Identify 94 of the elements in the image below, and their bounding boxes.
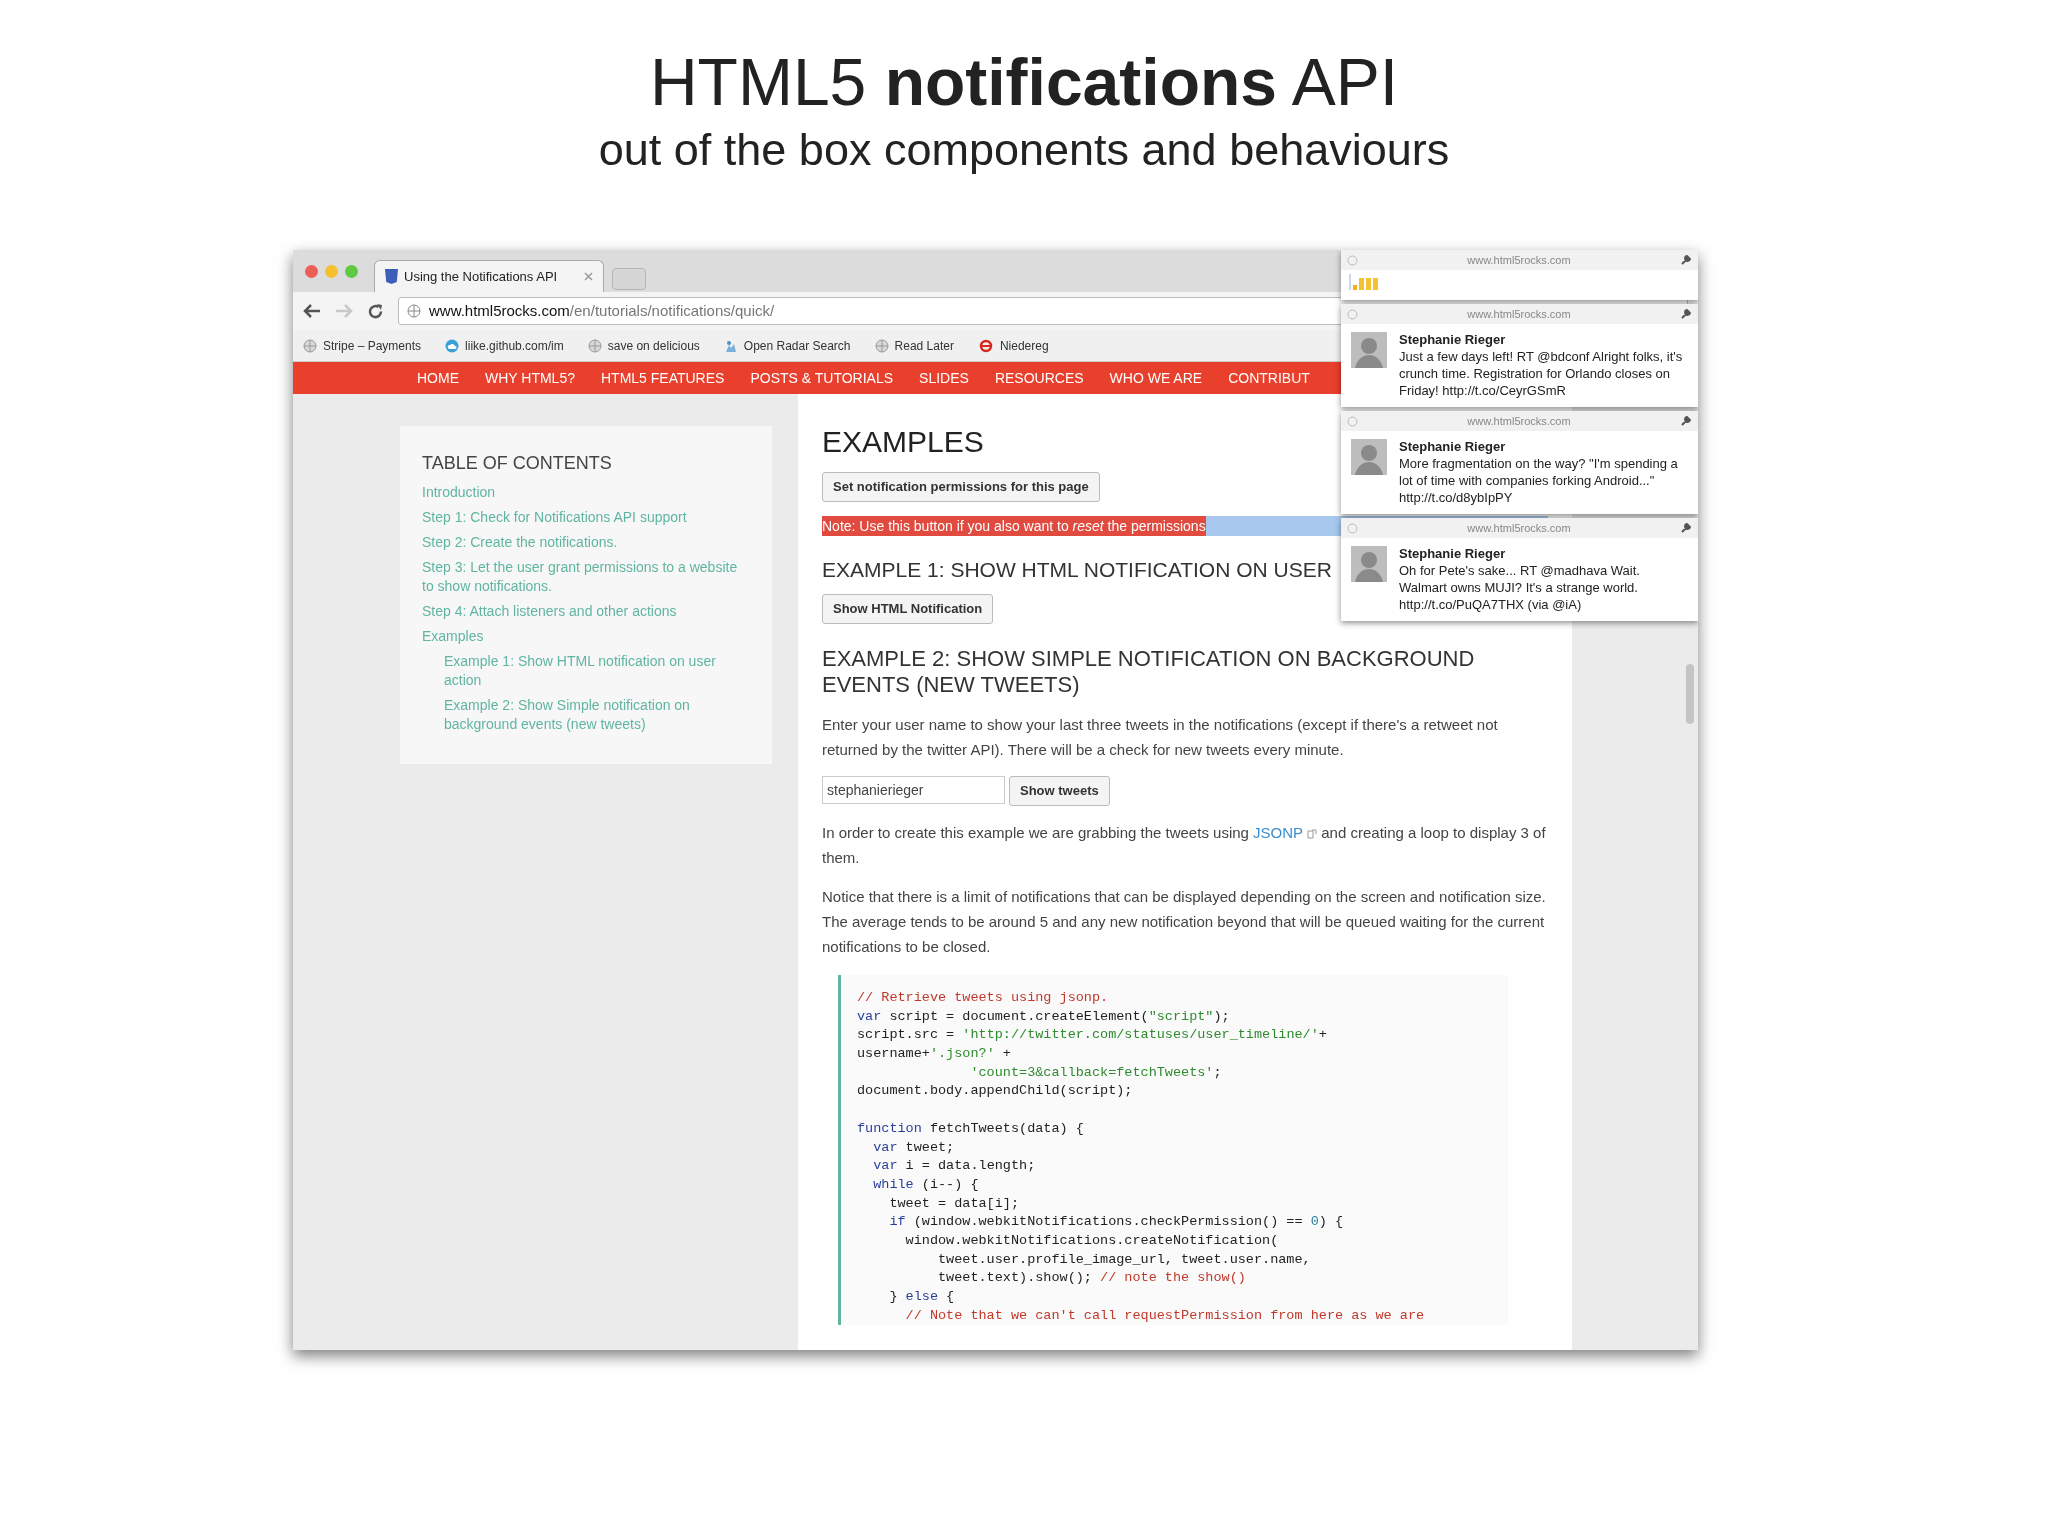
globe-icon	[874, 338, 889, 353]
nav-link[interactable]: HOME	[417, 367, 459, 389]
toc-link[interactable]: Step 4: Attach listeners and other actions	[422, 602, 772, 621]
figure-icon	[723, 338, 738, 353]
window-close-button[interactable]	[305, 264, 318, 278]
avatar	[1351, 439, 1387, 475]
code-line: if (window.webkitNotifications.checkPermission() == 0) {	[888, 1213, 1344, 1232]
close-icon[interactable]	[1347, 308, 1358, 320]
avatar	[1351, 546, 1387, 582]
close-icon[interactable]	[584, 272, 593, 281]
example-heading: EXAMPLE 2: SHOW SIMPLE NOTIFICATION ON BACKGROUND EVENTS (NEW TWEETS)	[822, 646, 1476, 698]
show-html-notification-button[interactable]: Show HTML Notification	[822, 594, 994, 624]
scrollbar-thumb[interactable]	[1686, 664, 1694, 724]
tweet-author: Stephanie Rieger	[1399, 332, 1507, 348]
nav-link[interactable]: SLIDES	[919, 367, 969, 389]
show-tweets-button[interactable]: Show tweets	[1009, 776, 1110, 806]
slide-title: HTML5 notifications API	[649, 44, 1399, 121]
globe-icon	[303, 338, 317, 353]
forward-icon[interactable]	[335, 303, 353, 319]
notification-source: www.html5rocks.com	[1466, 306, 1572, 322]
toc-link[interactable]: Step 2: Create the notifications.	[422, 533, 772, 552]
nav-link[interactable]: WHO WE ARE	[1109, 367, 1203, 389]
paragraph: Notice that there is a limit of notifications that can be displayed depending on the screen and notification size. The average tends to be around 5 and any new notification beyond that will be queued waiting for the current notifications to be closed.	[822, 887, 1547, 957]
code-line: 'count=3&callback=fetchTweets';	[969, 1063, 1222, 1082]
globe-icon	[407, 304, 421, 318]
back-icon[interactable]	[303, 303, 321, 319]
toc-link[interactable]: Example 2: Show Simple notification on background events (new tweets)	[422, 696, 772, 734]
code-line: window.webkitNotifications.createNotification(	[904, 1231, 1279, 1250]
username-field[interactable]: stephanierieger	[822, 776, 1005, 804]
avatar	[1351, 332, 1387, 368]
bookmark[interactable]: save on delicious	[587, 336, 700, 355]
bookmark[interactable]: Niedereg	[977, 336, 1049, 355]
bookmark[interactable]: Stripe – Payments	[303, 336, 422, 355]
external-link-icon	[1307, 829, 1318, 840]
new-tab-button[interactable]	[612, 268, 646, 290]
code-line: tweet = data[i];	[888, 1194, 1020, 1213]
code-line: var script = document.createElement("script");	[857, 1007, 1230, 1026]
slide-subtitle: out of the box components and behaviours	[598, 123, 1450, 177]
tweet-text: More fragmentation on the way? "I'm spending a lot of time with companies forking Android..." http://t.co/d8ybIpPY	[1399, 455, 1679, 506]
toc-title: TABLE OF CONTENTS	[422, 452, 613, 475]
notification-source: www.html5rocks.com	[1466, 252, 1572, 268]
close-icon[interactable]	[1347, 254, 1358, 266]
code-line: // Note that we can't call requestPermission from here as we are	[904, 1306, 1425, 1325]
toc-link[interactable]: Step 1: Check for Notifications API support	[422, 508, 772, 527]
example-heading: EXAMPLE 1: SHOW HTML NOTIFICATION ON USER	[822, 557, 1332, 583]
toc-link[interactable]: Step 3: Let the user grant permissions to a website to show notifications.	[422, 558, 772, 596]
tweet-text: Oh for Pete's sake... RT @madhava Wait. Walmart owns MUJI? It's a strange world. http://t.co/PuQA7THX (via @iA)	[1399, 562, 1641, 613]
globe-icon	[587, 338, 602, 353]
code-line: function fetchTweets(data) {	[857, 1119, 1084, 1138]
nav-link[interactable]: HTML5 FEATURES	[601, 367, 725, 389]
wrench-icon[interactable]	[1680, 415, 1692, 427]
jsonp-link[interactable]: JSONP	[1253, 824, 1304, 841]
paragraph: In order to create this example we are grabbing the tweets using JSONP and creating a loop to display 3 of them.	[822, 823, 1547, 868]
bookmark[interactable]: Open Radar Search	[723, 336, 851, 355]
code-line: tweet.text).show(); // note the show()	[937, 1269, 1246, 1288]
code-line: username+'.json?' +	[857, 1045, 1011, 1064]
code-line: // Retrieve tweets using jsonp.	[857, 989, 1109, 1007]
code-line: document.body.appendChild(script);	[857, 1082, 1133, 1101]
tweet-author: Stephanie Rieger	[1399, 546, 1507, 562]
code-line: script.src = 'http://twitter.com/statuses/user_timeline/'+	[857, 1026, 1327, 1045]
bookmark[interactable]: liike.github.com/im	[445, 336, 564, 355]
window-maximize-button[interactable]	[345, 264, 358, 278]
permission-button[interactable]: Set notification permissions for this page	[822, 472, 1100, 502]
intro-paragraph: Enter your user name to show your last three tweets in the notifications (except if there's a retweet not returned by the twitter API). There will be a check for new tweets every minute.	[822, 715, 1499, 760]
notification-source: www.html5rocks.com	[1466, 520, 1572, 536]
code-line: } else {	[888, 1288, 955, 1306]
shield-icon	[385, 269, 398, 284]
reload-icon[interactable]	[367, 302, 384, 320]
close-icon[interactable]	[1347, 415, 1358, 427]
toc-link[interactable]: Examples	[422, 627, 772, 646]
code-line: while (i--) {	[872, 1175, 979, 1194]
bookmark[interactable]: Read Later	[874, 336, 954, 355]
nav-link[interactable]: POSTS & TUTORIALS	[750, 367, 894, 389]
code-line: var i = data.length;	[872, 1157, 1036, 1176]
notification-source: www.html5rocks.com	[1466, 413, 1572, 429]
code-line: var tweet;	[872, 1138, 955, 1157]
toc-link[interactable]: Introduction	[422, 483, 772, 502]
wrench-icon[interactable]	[1680, 308, 1692, 320]
bar-chart-icon	[1349, 274, 1379, 290]
browser-tab[interactable]: Using the Notifications API	[374, 260, 604, 292]
toc-link[interactable]: Example 1: Show HTML notification on user action	[422, 652, 772, 690]
code-line: tweet.user.profile_image_url, tweet.user.name,	[937, 1250, 1311, 1269]
section-heading: EXAMPLES	[822, 424, 984, 460]
wrench-icon[interactable]	[1680, 254, 1692, 266]
close-icon[interactable]	[1347, 522, 1358, 534]
cloud-icon	[445, 338, 460, 353]
tweet-text: Just a few days left! RT @bdconf Alright folks, it's crunch time. Registration for Orlando closes on Friday! http://t.co/CeyrGSmR	[1399, 348, 1684, 399]
tweet-author: Stephanie Rieger	[1399, 439, 1507, 455]
note-text: Note: Use this button if you also want to reset the permissions	[822, 516, 1206, 536]
nav-link[interactable]: WHY HTML5?	[485, 367, 575, 389]
nav-link[interactable]: RESOURCES	[994, 367, 1084, 389]
wrench-icon[interactable]	[1680, 522, 1692, 534]
window-minimize-button[interactable]	[325, 264, 338, 278]
nav-link[interactable]: CONTRIBUT	[1228, 367, 1310, 389]
